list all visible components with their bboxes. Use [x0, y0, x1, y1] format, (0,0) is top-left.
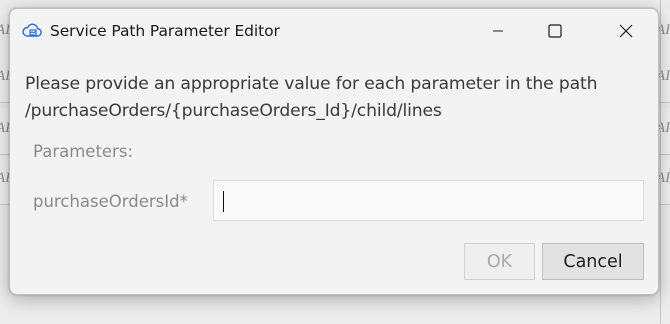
parameter-input-purchase-orders-id[interactable]: [213, 180, 644, 221]
instruction-message: Please provide an appropriate value for …: [25, 71, 653, 125]
close-icon: [619, 24, 633, 38]
parameter-label-purchase-orders-id: purchaseOrdersId*: [33, 192, 188, 211]
minimize-button[interactable]: [475, 9, 521, 53]
maximize-icon: [548, 24, 562, 38]
title-bar[interactable]: Service Path Parameter Editor: [10, 9, 658, 53]
text-caret: [223, 191, 224, 212]
ok-button[interactable]: OK: [464, 243, 535, 280]
background-column-line: [660, 0, 661, 324]
instruction-text: Please provide an appropriate value for …: [25, 74, 598, 94]
service-path-text: /purchaseOrders/{purchaseOrders_Id}/chil…: [25, 101, 442, 121]
minimize-icon: [492, 25, 504, 37]
cancel-button[interactable]: Cancel: [542, 243, 644, 280]
dialog-title: Service Path Parameter Editor: [50, 22, 280, 40]
cloud-icon: [21, 19, 43, 41]
close-button[interactable]: [603, 9, 649, 53]
service-path-parameter-dialog: Service Path Parameter Editor Please pro…: [9, 8, 659, 295]
maximize-button[interactable]: [532, 9, 578, 53]
parameters-heading: Parameters:: [33, 142, 133, 161]
